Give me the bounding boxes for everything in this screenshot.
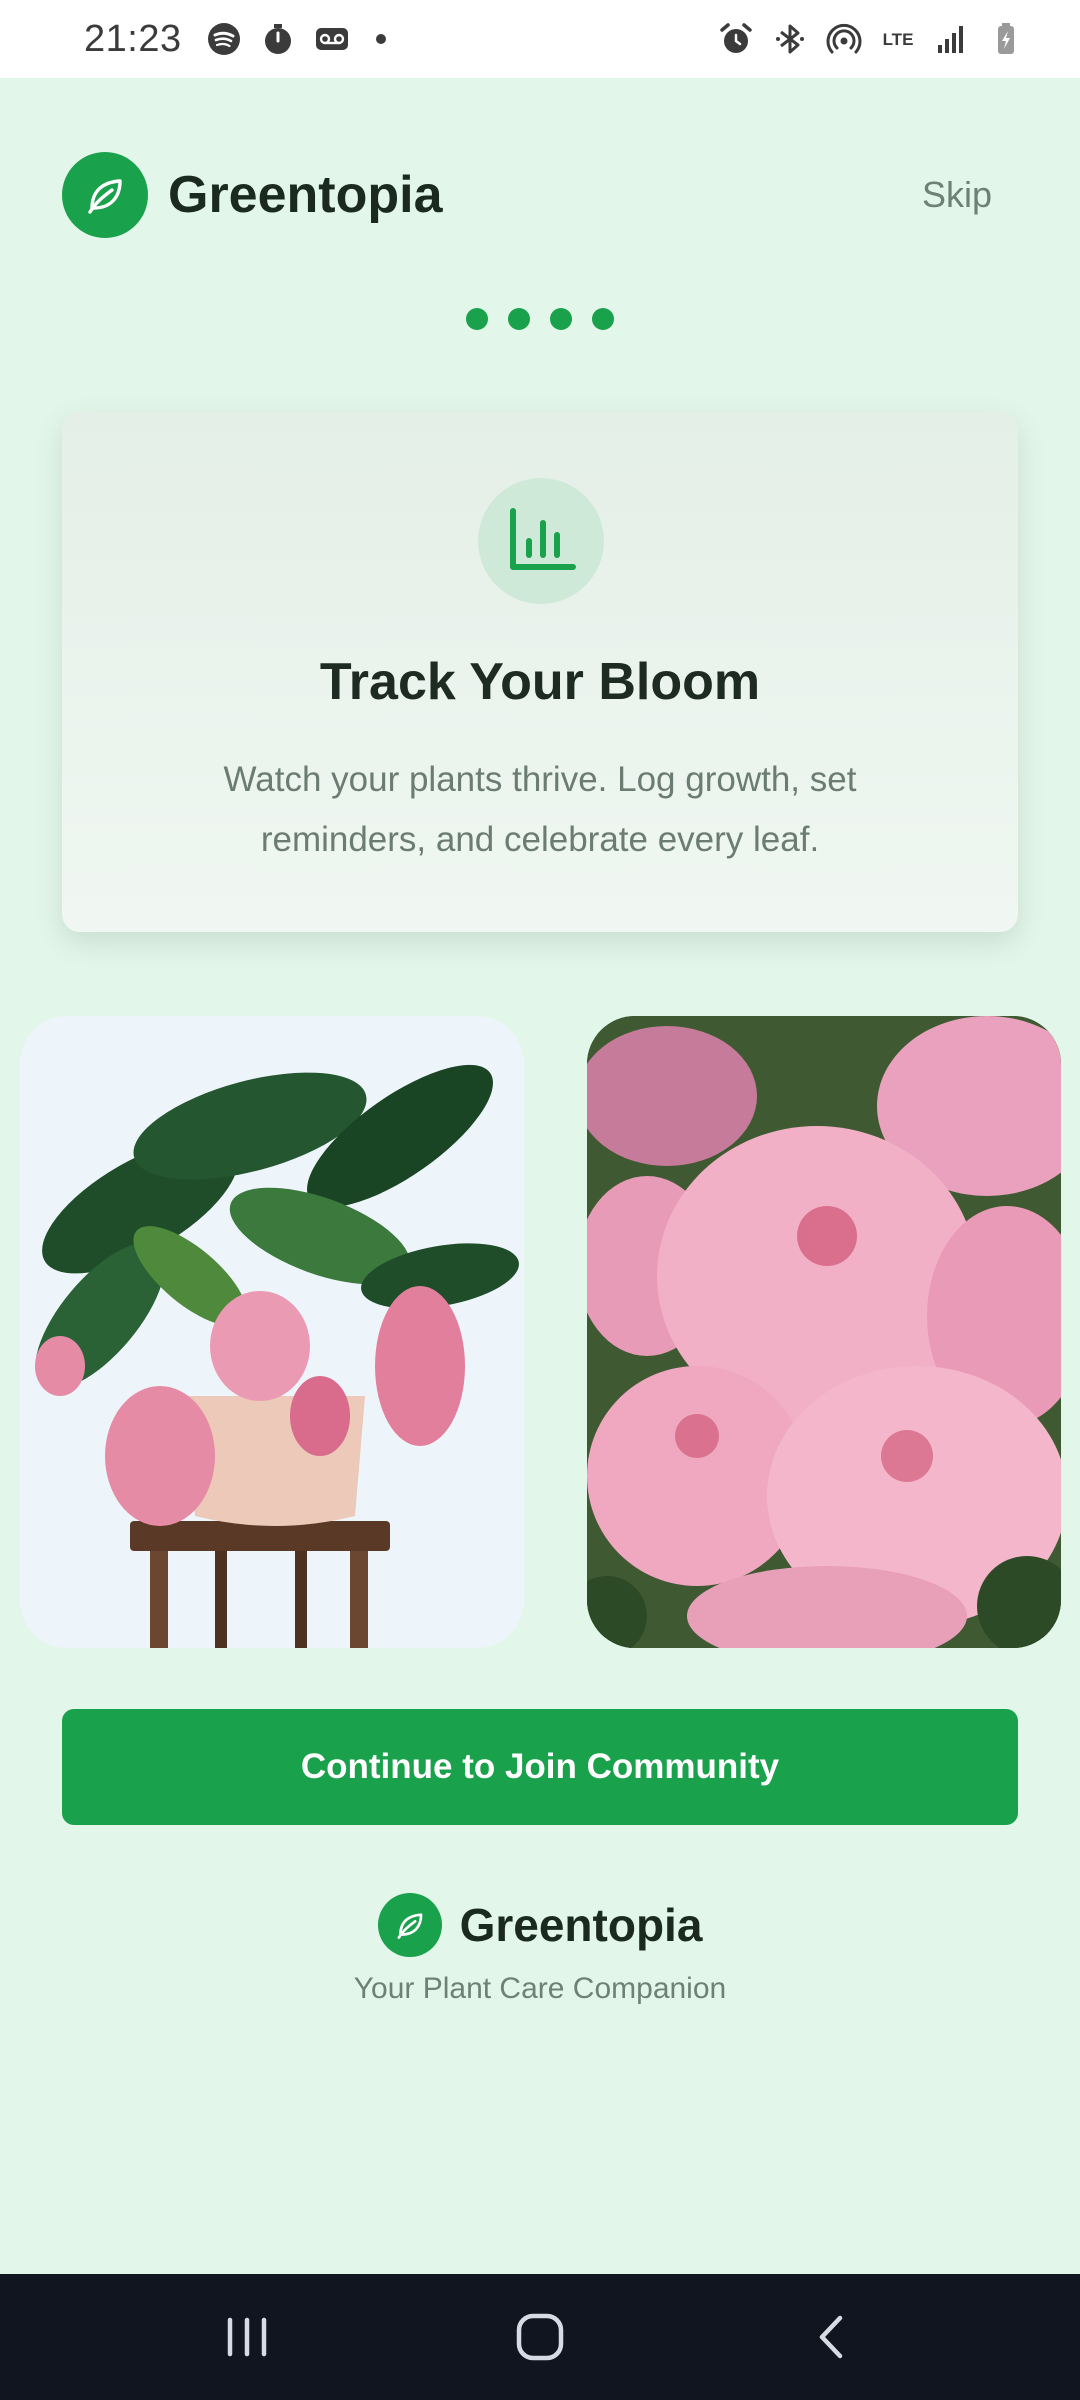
voicemail-icon (314, 21, 350, 57)
leaf-icon (377, 1893, 442, 1957)
feature-description: Watch your plants thrive. Log growth, se… (223, 760, 857, 859)
spotify-icon (206, 21, 242, 57)
status-left: 21:23 (84, 18, 386, 61)
tagline: Your Plant Care Companion (353, 1972, 727, 2005)
continue-to-join-community-button[interactable]: Continue to Join Community (62, 1709, 1018, 1825)
header: Greentopia Skip (62, 152, 992, 238)
home-icon[interactable] (485, 2292, 595, 2382)
app-name: Greentopia (168, 166, 443, 224)
lte-label: LTE (882, 29, 914, 49)
pink-azalea-photo[interactable] (587, 1016, 1061, 1648)
alarm-icon (718, 21, 754, 57)
hotspot-icon (826, 21, 862, 57)
status-right: LTE (718, 21, 1024, 57)
notification-dot-icon (375, 34, 386, 44)
footer-app-name: Greentopia (459, 1899, 703, 1951)
lte-icon: LTE (880, 21, 916, 57)
pager-dot[interactable] (592, 308, 614, 330)
pager-dot[interactable] (466, 308, 488, 330)
skip-button[interactable]: Skip (922, 174, 992, 216)
footer-brand: Greentopia (0, 1893, 1080, 1957)
bar-chart-icon (478, 478, 604, 604)
onboarding-pager (0, 308, 1080, 330)
stopwatch-icon (260, 21, 296, 57)
pager-dot[interactable] (550, 308, 572, 330)
status-time: 21:23 (84, 17, 182, 60)
feature-title: Track Your Bloom (319, 653, 761, 711)
battery-charging-icon (988, 21, 1024, 57)
recent-apps-icon[interactable] (192, 2292, 302, 2382)
feature-card: Track Your Bloom Watch your plants thriv… (62, 412, 1018, 932)
pager-dot[interactable] (508, 308, 530, 330)
leaf-icon (62, 152, 148, 238)
status-bar: 21:23 LTE (0, 0, 1080, 78)
brand: Greentopia (62, 152, 443, 238)
potted-flowering-plant-photo[interactable] (20, 1016, 524, 1648)
system-nav-bar (0, 2274, 1080, 2400)
signal-icon (934, 21, 970, 57)
bluetooth-icon (772, 21, 808, 57)
back-icon[interactable] (778, 2292, 888, 2382)
